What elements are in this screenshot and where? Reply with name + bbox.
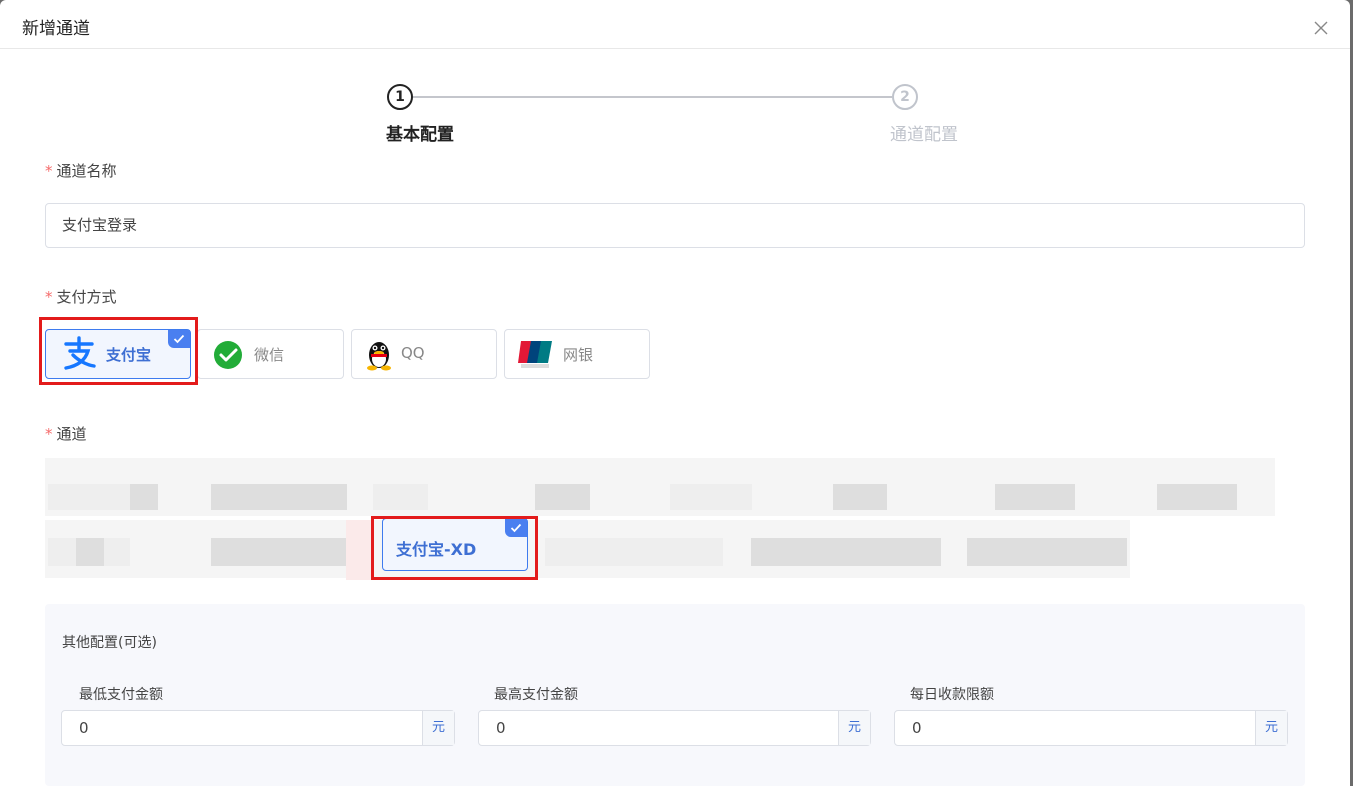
add-channel-dialog: 新增通道 1 2 基本配置 通道配置 * 通道名称 支付宝登录 * 支付方式 支付宝…	[0, 0, 1350, 786]
blurred-region	[995, 484, 1075, 510]
min-amount-label: 最低支付金额	[79, 687, 163, 703]
payment-option-unionpay[interactable]: 网银	[504, 329, 650, 379]
blurred-region	[833, 484, 887, 510]
unionpay-icon	[518, 341, 552, 368]
blurred-region	[211, 538, 347, 566]
min-amount-input[interactable]: 0 元	[61, 710, 455, 746]
daily-limit-value: 0	[912, 719, 922, 737]
blurred-region	[76, 538, 104, 566]
channel-option-label: 支付宝-XD	[396, 540, 477, 559]
payment-method-label-text: 支付方式	[56, 288, 117, 306]
alipay-icon	[64, 336, 96, 370]
channel-label-text: 通道	[56, 425, 87, 443]
step-1-circle: 1	[387, 84, 413, 110]
payment-option-wechat[interactable]: 微信	[197, 329, 344, 379]
channel-label: * 通道	[45, 423, 87, 444]
channel-option-selected[interactable]: 支付宝-XD	[382, 518, 528, 571]
blurred-region	[545, 538, 723, 566]
step-connector	[413, 96, 892, 98]
qq-penguin-icon	[367, 342, 391, 371]
blurred-region	[535, 484, 590, 510]
blurred-region	[1157, 484, 1237, 510]
required-mark: *	[45, 162, 53, 180]
blurred-region	[346, 520, 374, 580]
step-2-label: 通道配置	[890, 125, 958, 145]
step-2-circle: 2	[892, 84, 918, 110]
max-amount-value: 0	[496, 719, 506, 737]
required-mark: *	[45, 288, 53, 306]
blurred-region	[130, 484, 158, 510]
wechat-icon	[214, 341, 242, 369]
currency-unit: 元	[422, 711, 454, 745]
dialog-header: 新增通道	[0, 0, 1350, 49]
selected-check	[505, 519, 527, 537]
max-amount-input[interactable]: 0 元	[478, 710, 871, 746]
payment-option-label: 微信	[254, 346, 285, 364]
check-icon	[510, 523, 522, 533]
required-mark: *	[45, 425, 53, 443]
check-icon	[173, 334, 185, 344]
payment-option-qq[interactable]: QQ	[351, 329, 497, 379]
dialog-title: 新增通道	[22, 19, 90, 39]
channel-name-label-text: 通道名称	[56, 162, 117, 180]
payment-option-label: 网银	[563, 346, 594, 364]
daily-limit-label: 每日收款限额	[910, 687, 994, 703]
blurred-region	[670, 484, 752, 510]
other-config-panel: 其他配置(可选) 最低支付金额 0 元 最高支付金额 0 元 每日收款限额 0 …	[45, 604, 1305, 786]
currency-unit: 元	[1255, 711, 1287, 745]
currency-unit: 元	[838, 711, 870, 745]
max-amount-label: 最高支付金额	[494, 687, 578, 703]
blurred-region	[967, 538, 1127, 566]
close-icon	[1314, 21, 1328, 35]
daily-limit-input[interactable]: 0 元	[894, 710, 1288, 746]
blurred-region	[211, 484, 347, 510]
min-amount-value: 0	[79, 719, 89, 737]
channel-name-label: * 通道名称	[45, 160, 117, 181]
other-config-title: 其他配置(可选)	[62, 635, 157, 651]
payment-option-label: QQ	[401, 344, 425, 362]
payment-method-label: * 支付方式	[45, 286, 117, 307]
blurred-region	[751, 538, 941, 566]
channel-name-input[interactable]: 支付宝登录	[45, 203, 1305, 248]
blurred-region	[373, 484, 428, 510]
selected-check	[168, 330, 190, 348]
payment-option-alipay[interactable]: 支付宝	[45, 329, 191, 379]
step-1-label: 基本配置	[386, 125, 454, 145]
close-button[interactable]	[1314, 20, 1334, 40]
payment-option-label: 支付宝	[106, 346, 152, 364]
